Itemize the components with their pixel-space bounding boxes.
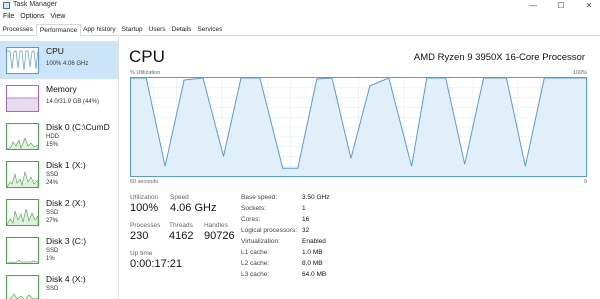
menu-options[interactable]: Options	[17, 12, 47, 23]
sidebar-item-disk-2[interactable]: Disk 2 (X:) SSD 27%	[0, 193, 118, 231]
sidebar-item-type: SSD	[46, 248, 59, 254]
disk-thumbnail-graph	[6, 199, 39, 226]
utilization-stat: Utilization 100%	[130, 194, 158, 214]
sidebar-item-title: Disk 0 (C:\CumD	[46, 122, 110, 132]
tab-bar: Processes Performance App history Startu…	[0, 24, 600, 36]
tab-services[interactable]: Services	[195, 24, 226, 35]
detail-label: L2 cache:	[241, 260, 270, 267]
tab-startup[interactable]: Startup	[119, 24, 146, 35]
detail-label: Cores:	[241, 216, 261, 223]
stat-value: 100%	[130, 202, 159, 214]
window-title: Task Manager	[13, 1, 57, 8]
sidebar-item-disk-0[interactable]: Disk 0 (C:\CumD HDD 15%	[0, 117, 118, 155]
detail-value: Enabled	[302, 238, 326, 245]
sidebar-item-title: Disk 4 (X:)	[46, 274, 86, 284]
cpu-detail-panel: CPU AMD Ryzen 9 3950X 16-Core Processor …	[120, 37, 600, 299]
handles-stat: Handles 90726	[204, 222, 235, 242]
detail-label: Logical processors:	[241, 227, 297, 234]
threads-stat: Threads 4162	[169, 222, 193, 242]
stat-label: Speed	[170, 194, 189, 201]
sidebar-item-detail: 27%	[46, 218, 59, 224]
detail-value: 32	[302, 227, 310, 234]
stat-label: Up time	[130, 250, 153, 257]
detail-label: Sockets:	[241, 205, 266, 212]
graph-y-label: % Utilization	[130, 70, 161, 76]
stat-value: 90726	[204, 230, 235, 242]
close-button[interactable]: ✕	[578, 0, 600, 12]
stat-label: Processes	[130, 222, 161, 229]
tab-app-history[interactable]: App history	[81, 24, 120, 35]
graph-y-max-label: 100%	[572, 70, 587, 76]
sidebar-item-type: HDD	[46, 134, 59, 140]
stat-label: Handles	[204, 222, 228, 229]
cpu-utilization-chart	[131, 77, 586, 176]
stat-value: 4162	[169, 230, 194, 242]
sidebar-item-memory[interactable]: Memory 14.0/31.9 GB (44%)	[0, 79, 118, 117]
minimize-button[interactable]: —	[522, 0, 544, 12]
disk-thumbnail-graph	[6, 123, 39, 150]
menu-view[interactable]: View	[47, 12, 68, 23]
detail-value: 1	[302, 205, 306, 212]
tab-details[interactable]: Details	[169, 24, 195, 35]
memory-thumbnail-graph	[6, 85, 39, 112]
menu-file[interactable]: File	[0, 12, 17, 23]
stat-label: Threads	[169, 222, 193, 229]
task-manager-icon	[3, 2, 10, 9]
graph-x-end-label: 0	[583, 179, 587, 185]
graph-x-label: 60 seconds	[130, 179, 159, 185]
disk-thumbnail-graph	[6, 275, 39, 299]
tab-processes[interactable]: Processes	[0, 24, 36, 35]
stat-label: Utilization	[130, 194, 159, 201]
stat-value: 230	[130, 230, 149, 242]
sidebar-item-title: Disk 1 (X:)	[46, 160, 86, 170]
sidebar-item-detail: 1%	[46, 256, 55, 262]
sidebar-item-title: CPU	[46, 46, 64, 56]
stat-value: 0:00:17:21	[130, 258, 182, 270]
detail-label: Virtualization:	[241, 238, 280, 245]
sidebar-item-title: Memory	[46, 84, 77, 94]
sidebar-item-type: SSD	[46, 210, 59, 216]
sidebar-item-disk-1[interactable]: Disk 1 (X:) SSD 24%	[0, 155, 118, 193]
cpu-thumbnail-graph	[6, 47, 39, 74]
sidebar-item-type: SSD	[46, 172, 59, 178]
title-bar: Task Manager — ☐ ✕	[0, 0, 600, 12]
sidebar-item-detail: 14.0/31.9 GB (44%)	[46, 99, 100, 105]
detail-value: 8.0 MB	[302, 260, 323, 267]
detail-label: L1 cache:	[241, 249, 270, 256]
sidebar-item-detail: 15%	[46, 142, 59, 148]
stat-value: 4.06 GHz	[170, 202, 217, 214]
sidebar-item-title: Disk 3 (C:)	[46, 236, 87, 246]
uptime-stat: Up time 0:00:17:21	[130, 250, 182, 270]
menu-bar: File Options View	[0, 12, 600, 23]
tab-performance[interactable]: Performance	[36, 24, 81, 36]
cpu-model-name: AMD Ryzen 9 3950X 16-Core Processor	[413, 52, 585, 63]
tab-users[interactable]: Users	[146, 24, 169, 35]
detail-value: 1.0 MB	[302, 249, 323, 256]
detail-label: Base speed:	[241, 194, 278, 201]
sidebar-item-cpu[interactable]: CPU 100% 4.06 GHz	[0, 41, 118, 79]
cpu-utilization-graph	[130, 77, 587, 177]
sidebar-item-detail: 100% 4.06 GHz	[46, 61, 89, 67]
resource-list: CPU 100% 4.06 GHz Memory 14.0/31.9 GB (4…	[0, 37, 119, 299]
sidebar-item-type: SSD	[46, 286, 59, 292]
disk-thumbnail-graph	[6, 161, 39, 188]
detail-value: 64.0 MB	[302, 271, 327, 278]
sidebar-item-disk-3[interactable]: Disk 3 (C:) SSD 1%	[0, 231, 118, 269]
processes-stat: Processes 230	[130, 222, 160, 242]
detail-value: 16	[302, 216, 310, 223]
disk-thumbnail-graph	[6, 237, 39, 264]
detail-value: 3.50 GHz	[302, 194, 330, 201]
speed-stat: Speed 4.06 GHz	[170, 194, 216, 214]
maximize-button[interactable]: ☐	[550, 0, 572, 12]
page-title: CPU	[129, 47, 165, 66]
detail-label: L3 cache:	[241, 271, 270, 278]
sidebar-item-disk-4[interactable]: Disk 4 (X:) SSD	[0, 269, 118, 299]
sidebar-item-detail: 24%	[46, 180, 59, 186]
sidebar-item-title: Disk 2 (X:)	[46, 198, 86, 208]
